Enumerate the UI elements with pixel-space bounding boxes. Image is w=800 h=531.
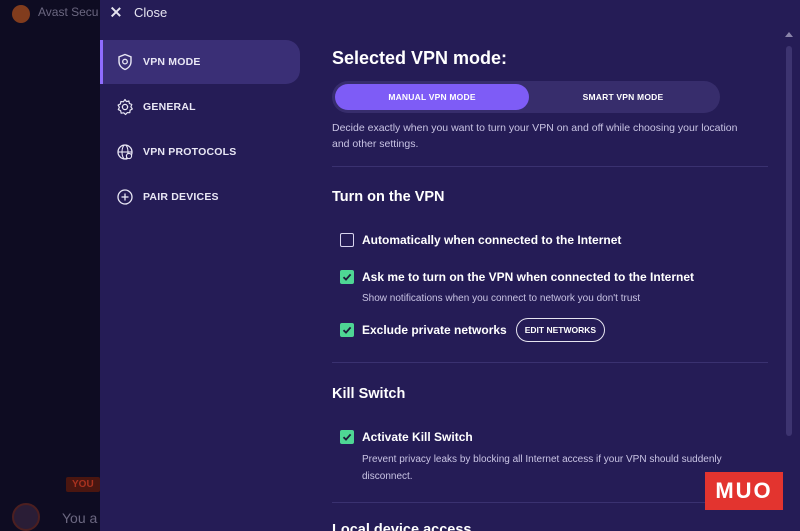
sidebar-item-vpn-mode[interactable]: VPN MODE	[100, 40, 300, 84]
vpn-mode-toggle[interactable]: MANUAL VPN MODE SMART VPN MODE	[332, 81, 720, 113]
exclude-private-networks-checkbox[interactable]	[340, 323, 354, 337]
sidebar-item-vpn-protocols[interactable]: VPN PROTOCOLS	[100, 130, 305, 174]
globe-icon	[116, 143, 134, 161]
gear-icon	[116, 98, 134, 116]
vpn-settings-panel: Close VPN MODE GENERAL VPN PROTOCOLS PAI…	[100, 0, 800, 531]
turn-on-vpn-heading: Turn on the VPN	[332, 189, 445, 205]
background-app-title: Avast Secu	[38, 5, 99, 19]
auto-connect-option[interactable]: Automatically when connected to the Inte…	[340, 233, 621, 247]
checkmark-icon	[342, 326, 352, 334]
kill-switch-description: Prevent privacy leaks by blocking all In…	[362, 454, 722, 482]
background-avatar	[12, 503, 40, 531]
sidebar-item-label: VPN MODE	[143, 56, 201, 68]
ask-to-turn-on-option[interactable]: Ask me to turn on the VPN when connected…	[340, 270, 694, 284]
close-icon[interactable]	[110, 6, 122, 18]
close-label[interactable]: Close	[134, 5, 167, 20]
auto-connect-checkbox[interactable]	[340, 233, 354, 247]
divider	[332, 502, 768, 503]
background-badge: YOU	[66, 477, 100, 492]
checkmark-icon	[342, 273, 352, 281]
sidebar-item-label: GENERAL	[143, 101, 196, 113]
settings-sidebar: VPN MODE GENERAL VPN PROTOCOLS PAIR DEVI…	[100, 40, 305, 220]
ask-to-turn-on-description: Show notifications when you connect to n…	[362, 293, 641, 304]
sidebar-item-pair-devices[interactable]: PAIR DEVICES	[100, 175, 305, 219]
avast-logo-icon	[12, 5, 30, 23]
scroll-thumb[interactable]	[786, 46, 792, 436]
edit-networks-button[interactable]: EDIT NETWORKS	[515, 318, 606, 342]
divider	[332, 166, 768, 167]
background-text: You a	[62, 510, 98, 526]
manual-vpn-mode-button[interactable]: MANUAL VPN MODE	[335, 84, 529, 110]
local-device-access-heading: Local device access	[332, 522, 472, 531]
close-control[interactable]: Close	[100, 0, 167, 24]
kill-switch-heading: Kill Switch	[332, 386, 406, 402]
sidebar-item-label: VPN PROTOCOLS	[143, 146, 237, 158]
checkmark-icon	[342, 433, 352, 441]
muo-watermark-logo: MUO	[705, 472, 783, 510]
divider	[332, 362, 768, 363]
sidebar-item-label: PAIR DEVICES	[143, 191, 219, 203]
sidebar-item-general[interactable]: GENERAL	[100, 85, 305, 129]
vpn-mode-description: Decide exactly when you want to turn you…	[332, 122, 738, 150]
plus-circle-icon	[116, 188, 134, 206]
exclude-private-networks-option[interactable]: Exclude private networks EDIT NETWORKS	[340, 318, 606, 342]
ask-to-turn-on-checkbox[interactable]	[340, 270, 354, 284]
shield-icon	[116, 53, 134, 71]
scroll-up-icon[interactable]	[785, 32, 793, 37]
kill-switch-checkbox[interactable]	[340, 430, 354, 444]
page-title: Selected VPN mode:	[332, 48, 508, 68]
content-scrollbar[interactable]	[785, 24, 793, 531]
kill-switch-option[interactable]: Activate Kill Switch	[340, 430, 473, 444]
background-app: Avast Secu YOU You a	[0, 0, 100, 531]
smart-vpn-mode-button[interactable]: SMART VPN MODE	[529, 84, 717, 110]
